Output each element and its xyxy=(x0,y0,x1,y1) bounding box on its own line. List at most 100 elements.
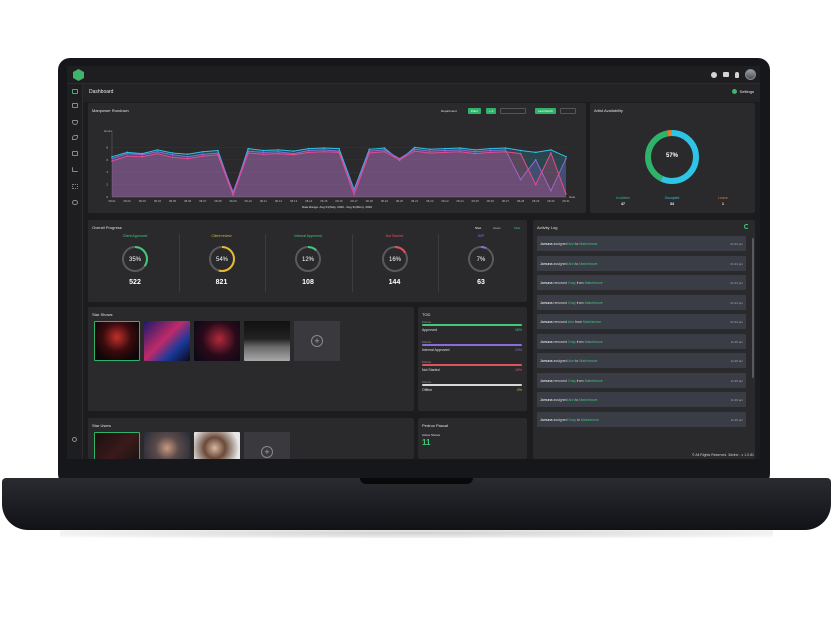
data-point[interactable] xyxy=(202,155,204,157)
progress-item[interactable]: Not Started 16% 144 xyxy=(352,234,438,296)
data-point[interactable] xyxy=(368,152,371,154)
data-point[interactable] xyxy=(413,146,416,149)
data-point[interactable] xyxy=(474,150,477,153)
data-point[interactable] xyxy=(398,159,401,161)
progress-item[interactable]: Client review 54% 821 xyxy=(179,234,265,296)
data-point[interactable] xyxy=(459,149,461,151)
data-point[interactable] xyxy=(111,160,113,162)
data-point[interactable] xyxy=(323,149,325,151)
data-point[interactable] xyxy=(323,150,325,153)
data-point[interactable] xyxy=(277,152,280,155)
data-point[interactable] xyxy=(292,154,295,156)
activity-entry[interactable]: Jamuna assigned Gray to Matchmove 11:26 a… xyxy=(537,411,746,427)
shield-icon[interactable] xyxy=(72,120,78,125)
activity-entry[interactable]: Jamuna assigned Ann to Matchmove 01:24 pm xyxy=(537,255,746,271)
data-point[interactable] xyxy=(565,157,567,160)
data-point[interactable] xyxy=(353,193,355,196)
users-icon[interactable] xyxy=(72,200,78,205)
data-point[interactable] xyxy=(444,147,446,150)
leaf-icon[interactable] xyxy=(72,135,78,140)
progress-item[interactable]: WIP 7% 63 xyxy=(438,234,524,296)
data-point[interactable] xyxy=(156,149,159,151)
data-point[interactable] xyxy=(429,148,431,151)
progress-item[interactable]: Client Approved 35% 522 xyxy=(92,234,178,296)
data-point[interactable] xyxy=(262,153,265,156)
data-point[interactable] xyxy=(459,150,461,153)
chart-icon[interactable] xyxy=(72,167,78,172)
show-thumbnail[interactable] xyxy=(244,321,290,361)
data-point[interactable] xyxy=(156,150,159,153)
add-show-button[interactable]: + xyxy=(294,321,340,361)
activity-entry[interactable]: Jamuna removed Gray from Matchmove 11:26 … xyxy=(537,372,746,388)
data-point[interactable] xyxy=(429,152,431,154)
data-point[interactable] xyxy=(459,147,461,149)
data-point[interactable] xyxy=(217,149,219,152)
show-thumbnail[interactable] xyxy=(144,321,190,361)
data-point[interactable] xyxy=(111,157,113,160)
activity-entry[interactable]: Jamuna assigned Ann to Matchmove 11:26 am xyxy=(537,353,746,368)
data-point[interactable] xyxy=(141,155,144,158)
data-point[interactable] xyxy=(171,156,174,159)
data-point[interactable] xyxy=(504,147,507,149)
data-point[interactable] xyxy=(504,149,507,151)
data-point[interactable] xyxy=(277,150,280,153)
data-point[interactable] xyxy=(519,149,522,152)
data-point[interactable] xyxy=(338,151,340,154)
data-point[interactable] xyxy=(307,149,310,152)
settings-icon[interactable] xyxy=(72,437,77,442)
data-point[interactable] xyxy=(489,149,492,152)
show-thumbnail[interactable] xyxy=(194,321,240,361)
data-point[interactable] xyxy=(489,147,492,150)
home-icon[interactable] xyxy=(72,89,78,94)
grid-icon[interactable] xyxy=(72,184,78,189)
activity-entry[interactable]: Jamuna assigned Ann to Matchmove 01:24 pm xyxy=(537,236,746,251)
data-point[interactable] xyxy=(307,151,310,154)
add-user-button[interactable]: + xyxy=(244,432,290,459)
data-point[interactable] xyxy=(489,151,492,154)
data-point[interactable] xyxy=(126,155,128,157)
data-point[interactable] xyxy=(383,147,386,149)
data-point[interactable] xyxy=(383,149,386,151)
data-point[interactable] xyxy=(262,149,265,152)
tab-shot[interactable]: Shot xyxy=(475,226,481,230)
data-point[interactable] xyxy=(307,147,310,150)
data-point[interactable] xyxy=(111,155,113,158)
data-point[interactable] xyxy=(550,149,552,151)
data-point[interactable] xyxy=(550,152,552,154)
tab-task[interactable]: Task xyxy=(514,226,520,230)
data-point[interactable] xyxy=(292,150,295,152)
data-point[interactable] xyxy=(202,153,204,156)
bell-icon[interactable] xyxy=(735,71,739,78)
user-thumbnail[interactable] xyxy=(144,432,190,459)
activity-entry[interactable]: Jamuna removed Gray from Matchmove 01:24 … xyxy=(537,275,746,290)
data-point[interactable] xyxy=(368,150,371,152)
data-point[interactable] xyxy=(534,183,537,186)
calendar-icon[interactable] xyxy=(72,151,78,156)
data-point[interactable] xyxy=(429,150,431,152)
clock-icon[interactable] xyxy=(711,71,717,78)
data-point[interactable] xyxy=(126,152,128,155)
user-thumbnail[interactable] xyxy=(194,432,240,459)
activity-entry[interactable]: Jamuna assigned Ann to Matchmove 11:26 am xyxy=(537,392,746,407)
data-point[interactable] xyxy=(413,148,416,151)
data-point[interactable] xyxy=(519,152,522,155)
data-point[interactable] xyxy=(171,152,174,154)
activity-entry[interactable]: Jamuna removed Ann from Matchmove 01:24 p… xyxy=(537,314,746,329)
tab-asset[interactable]: Asset xyxy=(493,226,501,230)
data-point[interactable] xyxy=(171,154,174,156)
user-thumbnail[interactable] xyxy=(94,432,140,459)
data-point[interactable] xyxy=(186,153,189,156)
data-point[interactable] xyxy=(383,150,386,153)
data-point[interactable] xyxy=(247,152,249,154)
activity-entry[interactable]: Jamuna removed Gray from Matchmove 11:26 … xyxy=(537,333,746,349)
data-point[interactable] xyxy=(262,151,265,154)
settings-link[interactable]: Settings xyxy=(731,89,754,94)
data-point[interactable] xyxy=(323,147,325,149)
data-point[interactable] xyxy=(444,149,446,152)
data-point[interactable] xyxy=(368,148,371,151)
activity-entry[interactable]: Jamuna removed Gray from Matchmove 01:24 … xyxy=(537,294,746,310)
data-point[interactable] xyxy=(277,149,280,151)
data-point[interactable] xyxy=(156,152,159,155)
progress-item[interactable]: Internal Approved 12% 108 xyxy=(265,234,351,296)
list-icon[interactable] xyxy=(723,72,729,77)
